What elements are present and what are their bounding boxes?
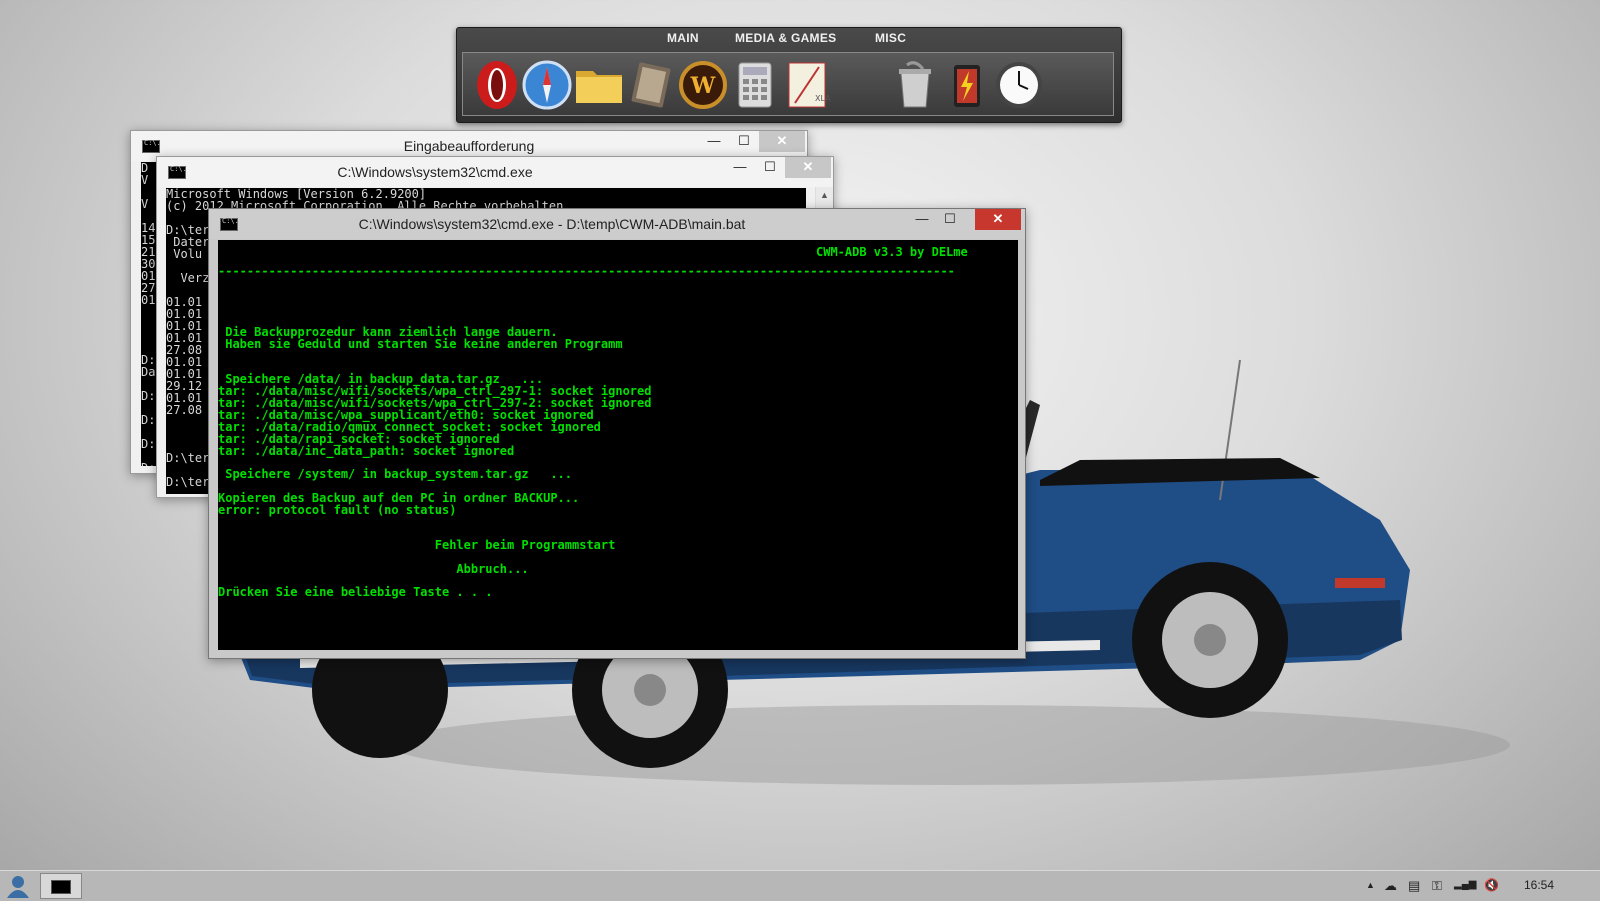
- minimize-button[interactable]: —: [727, 157, 753, 178]
- titlebar[interactable]: C:\Windows\system32\cmd.exe — ☐ ✕: [157, 157, 833, 187]
- console-line: Speichere /system/ in backup_system.tar.…: [218, 467, 573, 481]
- titlebar[interactable]: C:\Windows\system32\cmd.exe - D:\temp\CW…: [209, 209, 1025, 239]
- maximize-button[interactable]: ☐: [731, 131, 757, 152]
- dock-tab-main[interactable]: MAIN: [667, 31, 699, 45]
- window-title: C:\Windows\system32\cmd.exe - D:\temp\CW…: [358, 216, 746, 232]
- safari-compass-icon[interactable]: [521, 59, 573, 111]
- dock-tab-bar: MAIN MEDIA & GAMES MISC: [457, 28, 1121, 50]
- console-line: error: protocol fault (no status): [218, 503, 457, 517]
- volume-muted-icon[interactable]: 🔇: [1484, 878, 1499, 892]
- battery-icon[interactable]: [941, 59, 993, 111]
- console-line: Haben sie Geduld und starten Sie keine a…: [218, 337, 623, 351]
- onedrive-cloud-icon[interactable]: ☁: [1384, 878, 1397, 894]
- svg-text:XLA: XLA: [815, 94, 831, 103]
- taskbar: ▲ ☁ ▤ ⚿ ▂▄▆ 🔇 16:54: [0, 870, 1600, 901]
- console-line: Fehler beim Programmstart: [218, 538, 616, 552]
- maximize-button[interactable]: ☐: [937, 209, 963, 230]
- console-output: CWM-ADB v3.3 by DELme ------------------…: [218, 240, 1018, 650]
- console-line: tar: ./data/inc_data_path: socket ignore…: [218, 444, 515, 458]
- cmd-icon: [51, 880, 71, 894]
- calculator-icon[interactable]: [729, 59, 781, 111]
- taskbar-clock[interactable]: 16:54: [1524, 878, 1554, 892]
- maximize-button[interactable]: ☐: [757, 157, 783, 178]
- clock-icon[interactable]: [993, 59, 1045, 111]
- dock-shelf: W XLA: [462, 52, 1114, 116]
- close-button[interactable]: ✕: [785, 157, 831, 178]
- dock-tab-media-games[interactable]: MEDIA & GAMES: [735, 31, 836, 45]
- window-cwm-adb-main-bat[interactable]: C:\Windows\system32\cmd.exe - D:\temp\CW…: [208, 208, 1026, 659]
- console-header: CWM-ADB v3.3 by DELme: [816, 245, 968, 259]
- scroll-up-arrow-icon[interactable]: ▲: [816, 187, 833, 203]
- start-user-icon[interactable]: [4, 873, 32, 899]
- minimize-button[interactable]: —: [701, 131, 727, 152]
- app-dock: MAIN MEDIA & GAMES MISC W XLA: [456, 27, 1122, 123]
- console-line: Drücken Sie eine beliebige Taste . . .: [218, 585, 493, 599]
- keyboard-icon[interactable]: ▤: [1408, 878, 1420, 894]
- svg-text:W: W: [690, 73, 716, 99]
- recycle-bin-icon[interactable]: [889, 59, 941, 111]
- folder-icon[interactable]: [573, 59, 625, 111]
- show-hidden-icons-arrow[interactable]: ▲: [1366, 880, 1375, 890]
- close-button[interactable]: ✕: [975, 209, 1021, 230]
- warcraft-icon[interactable]: W: [677, 59, 729, 111]
- minimize-button[interactable]: —: [909, 209, 935, 230]
- notepad-icon[interactable]: XLA: [781, 59, 833, 111]
- dock-tab-misc[interactable]: MISC: [875, 31, 906, 45]
- console-line: Abbruch...: [218, 562, 529, 576]
- taskbar-cmd-button[interactable]: [40, 873, 82, 899]
- book-icon[interactable]: [625, 59, 677, 111]
- close-button[interactable]: ✕: [759, 131, 805, 152]
- signal-bars-icon[interactable]: ▂▄▆: [1454, 879, 1476, 890]
- network-icon[interactable]: ⚿: [1432, 878, 1442, 894]
- window-title: C:\Windows\system32\cmd.exe: [337, 164, 533, 180]
- opera-browser-icon[interactable]: [471, 59, 523, 111]
- console-separator: ----------------------------------------…: [218, 264, 955, 278]
